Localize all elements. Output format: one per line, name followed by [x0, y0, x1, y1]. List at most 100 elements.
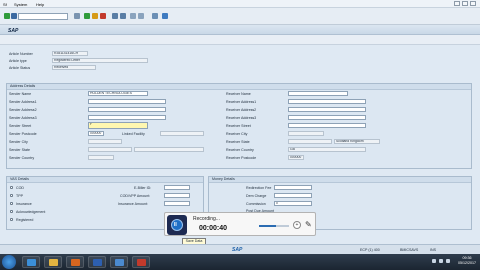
sender-country-label: Sender Country — [9, 156, 35, 160]
redirection-fee-field[interactable] — [274, 185, 312, 190]
recorder-options-icon[interactable]: + — [293, 221, 301, 229]
sender-state-field[interactable] — [88, 147, 132, 152]
pen-icon[interactable]: ✎ — [305, 220, 312, 229]
tpp-checkbox[interactable] — [10, 194, 13, 197]
receiver-address3-field[interactable] — [288, 115, 366, 120]
receiver-city-field[interactable] — [288, 131, 324, 136]
application-toolbar — [0, 35, 480, 45]
screen-title: SAP — [8, 28, 19, 34]
back-icon[interactable] — [84, 13, 90, 19]
standard-toolbar — [0, 8, 480, 25]
recorder-panel: II Recording... 00:00:40 + ✎ — [164, 212, 316, 236]
volume-slider[interactable] — [259, 225, 289, 227]
recording-timer: 00:00:40 — [199, 225, 228, 232]
sender-address3-field[interactable] — [88, 115, 166, 120]
flag-icon[interactable] — [432, 259, 436, 263]
receiver-name-field[interactable] — [288, 91, 348, 96]
window-controls — [454, 1, 476, 6]
receiver-address2-field[interactable] — [288, 107, 366, 112]
receiver-street-label: Receiver Street — [226, 124, 251, 128]
linked-facility-field[interactable] — [160, 131, 204, 136]
minimize-icon[interactable] — [454, 1, 460, 6]
acknowledgement-checkbox[interactable] — [10, 210, 13, 213]
cod-checkbox[interactable] — [10, 186, 13, 189]
commission-field[interactable]: 0 — [274, 201, 312, 206]
sender-address1-label: Sender Address1 — [9, 100, 37, 104]
cod-amount-field[interactable] — [164, 193, 190, 198]
demurrage-field[interactable] — [274, 193, 312, 198]
sender-postcode-field[interactable]: 000000 — [88, 131, 104, 136]
receiver-street-field[interactable] — [288, 123, 366, 128]
enter-icon[interactable] — [4, 13, 10, 19]
network-icon[interactable] — [439, 259, 443, 263]
windows-taskbar: 09:36 05/12/2017 — [0, 254, 480, 270]
sender-address3-label: Sender Address3 — [9, 116, 37, 120]
close-icon[interactable] — [470, 1, 476, 6]
last-page-icon[interactable] — [138, 13, 144, 19]
volume-icon[interactable] — [446, 259, 450, 263]
system-tray — [432, 259, 450, 263]
save-icon[interactable] — [74, 13, 80, 19]
recorder-stop-button[interactable]: II — [167, 215, 187, 235]
taskbar-item-word[interactable] — [88, 256, 106, 268]
vas-details-header: VAS Details — [7, 177, 203, 183]
ebiller-label: E-Biller ID: — [134, 186, 152, 190]
linked-facility-label: Linked Facility — [122, 132, 145, 136]
sender-state-label: Sender State — [9, 148, 30, 152]
start-button[interactable] — [2, 255, 16, 269]
registered-checkbox[interactable] — [10, 218, 13, 221]
layout-icon[interactable] — [152, 13, 158, 19]
insurance-amount-field[interactable] — [164, 201, 190, 206]
cancel-icon[interactable] — [100, 13, 106, 19]
find-icon[interactable] — [120, 13, 126, 19]
help-icon[interactable] — [162, 13, 168, 19]
taskbar-item-sap[interactable] — [110, 256, 128, 268]
sender-address1-field[interactable] — [88, 99, 166, 104]
sender-address2-field[interactable] — [88, 107, 166, 112]
print-icon[interactable] — [112, 13, 118, 19]
article-type-field[interactable]: Registered Letter — [52, 58, 148, 63]
article-status-field[interactable]: Received — [52, 65, 96, 70]
receiver-address1-label: Receiver Address1 — [226, 100, 257, 104]
commission-label: Commission — [246, 202, 266, 206]
pause-icon: II — [174, 222, 177, 228]
receiver-name-label: Receiver Name — [226, 92, 251, 96]
article-number-label: Article Number — [9, 52, 33, 56]
command-field[interactable] — [18, 13, 68, 20]
insurance-checkbox[interactable] — [10, 202, 13, 205]
ebiller-field[interactable] — [164, 185, 190, 190]
taskbar-item-ie[interactable] — [22, 256, 40, 268]
server-name: BMICSAVS — [400, 247, 419, 252]
sender-street-field[interactable]: F — [88, 122, 148, 129]
receiver-address1-field[interactable] — [288, 99, 366, 104]
title-bar: SAP — [0, 25, 480, 35]
sender-country-field[interactable] — [88, 155, 114, 160]
clock-date: 05/12/2017 — [458, 261, 476, 265]
acknowledgement-label: Acknowledgement — [16, 210, 46, 214]
redirection-fee-label: Redirection Fee — [246, 186, 272, 190]
cod-label: COD — [16, 186, 24, 190]
system-id: ECP (1) 400 — [360, 247, 380, 252]
menu-item-help[interactable]: Help — [36, 2, 44, 7]
taskbar-item-media[interactable] — [66, 256, 84, 268]
cod-amount-label: COD/VPP Amount: — [120, 194, 151, 198]
dropdown-icon[interactable] — [11, 13, 17, 19]
receiver-country-field[interactable]: GB — [288, 147, 366, 152]
sender-name-field[interactable]: HOLDEN TECHNOLOGIES — [88, 91, 148, 96]
menu-bar: Sf System Help — [0, 0, 480, 8]
receiver-postcode-field[interactable]: 000000 — [288, 155, 304, 160]
first-page-icon[interactable] — [130, 13, 136, 19]
address-details-header: Address Details — [7, 84, 471, 90]
receiver-state-field[interactable] — [288, 139, 332, 144]
receiver-postcode-label: Receiver Postcode — [226, 156, 257, 160]
sender-city-field[interactable] — [88, 139, 122, 144]
taskbar-item-recorder[interactable] — [132, 256, 150, 268]
menu-item-system[interactable]: System — [14, 2, 27, 7]
taskbar-item-explorer[interactable] — [44, 256, 62, 268]
article-number-field[interactable]: R351141416CH — [52, 51, 88, 56]
taskbar-clock[interactable]: 09:36 05/12/2017 — [458, 256, 476, 266]
exit-icon[interactable] — [92, 13, 98, 19]
maximize-icon[interactable] — [462, 1, 468, 6]
receiver-country-label: Receiver Country — [226, 148, 254, 152]
menu-item-sf[interactable]: Sf — [3, 2, 7, 7]
